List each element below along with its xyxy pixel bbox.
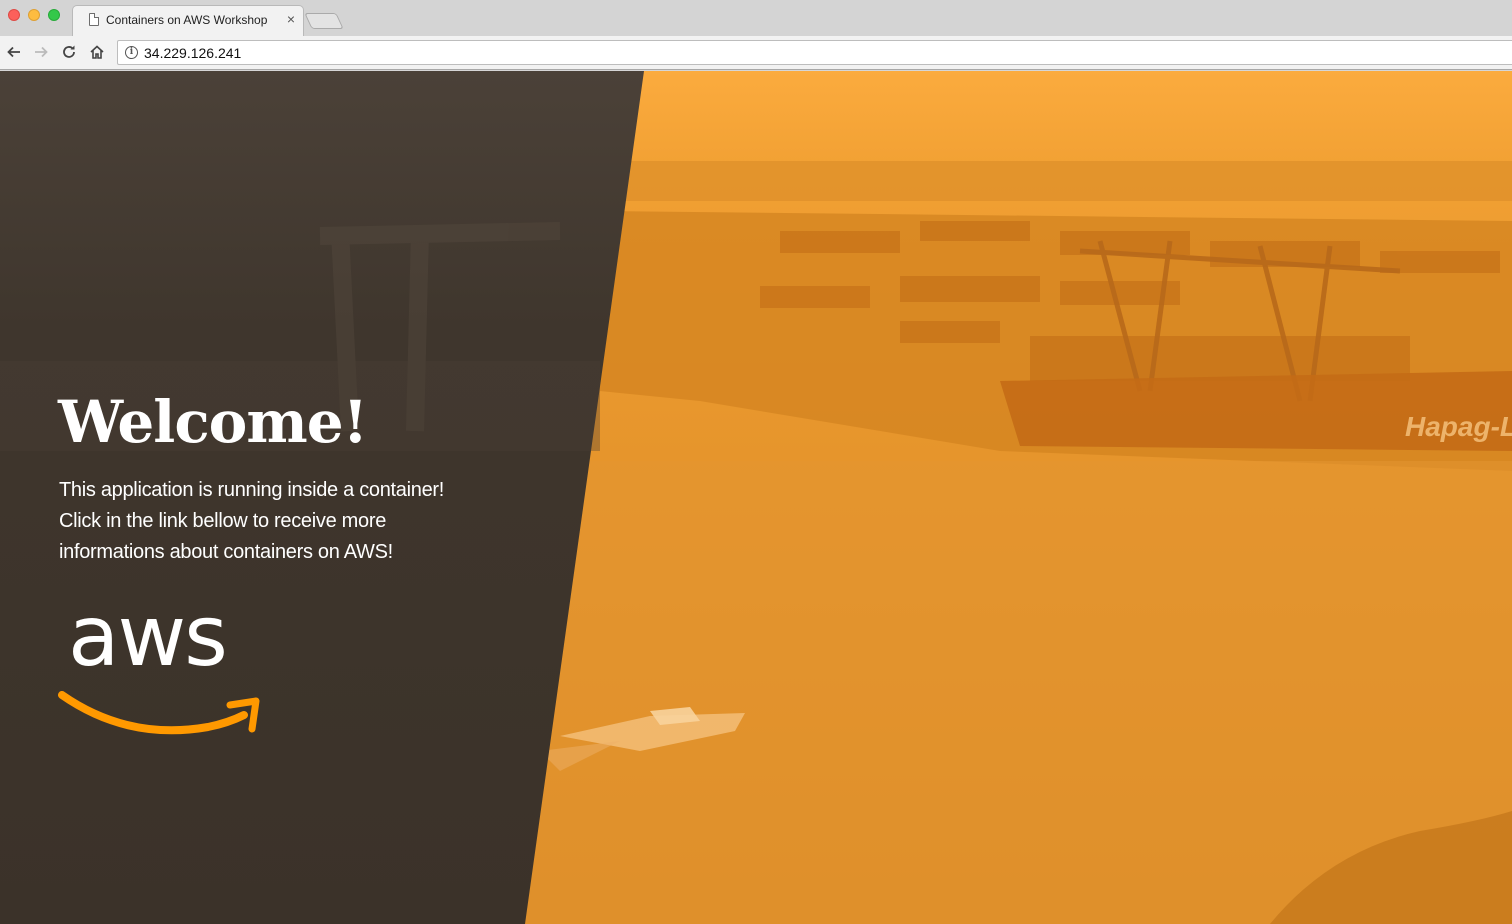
intro-text: This application is running inside a con… [59, 475, 479, 568]
forward-arrow-icon[interactable] [31, 42, 51, 62]
url-text[interactable]: 34.229.126.241 [144, 45, 241, 61]
aws-logo-link[interactable]: aws [58, 587, 262, 737]
welcome-heading: Welcome! [58, 388, 368, 456]
aws-logo-text: aws [68, 587, 228, 685]
back-arrow-icon[interactable] [4, 42, 24, 62]
close-icon[interactable]: × [287, 11, 295, 27]
page-icon [89, 13, 99, 26]
maximize-window-button[interactable] [48, 9, 60, 21]
intro-line-3: informations about containers on AWS! [59, 541, 393, 563]
browser-toolbar: i 34.229.126.241 [0, 36, 1512, 70]
browser-tab-active[interactable]: Containers on AWS Workshop × [72, 5, 304, 36]
aws-smile-icon [58, 691, 260, 735]
minimize-window-button[interactable] [28, 9, 40, 21]
intro-line-1: This application is running inside a con… [59, 479, 445, 501]
close-window-button[interactable] [8, 9, 20, 21]
page-viewport: Hapag-L Welcome! This application is run… [0, 71, 1512, 924]
new-tab-button[interactable] [304, 13, 344, 29]
info-icon[interactable]: i [125, 46, 138, 59]
tab-title: Containers on AWS Workshop [106, 13, 268, 27]
intro-line-2: Click in the link bellow to receive more [59, 510, 387, 532]
address-bar[interactable]: i 34.229.126.241 [117, 40, 1512, 65]
home-icon[interactable] [87, 42, 107, 62]
reload-icon[interactable] [59, 42, 79, 62]
browser-titlebar: Containers on AWS Workshop × [0, 0, 1512, 36]
